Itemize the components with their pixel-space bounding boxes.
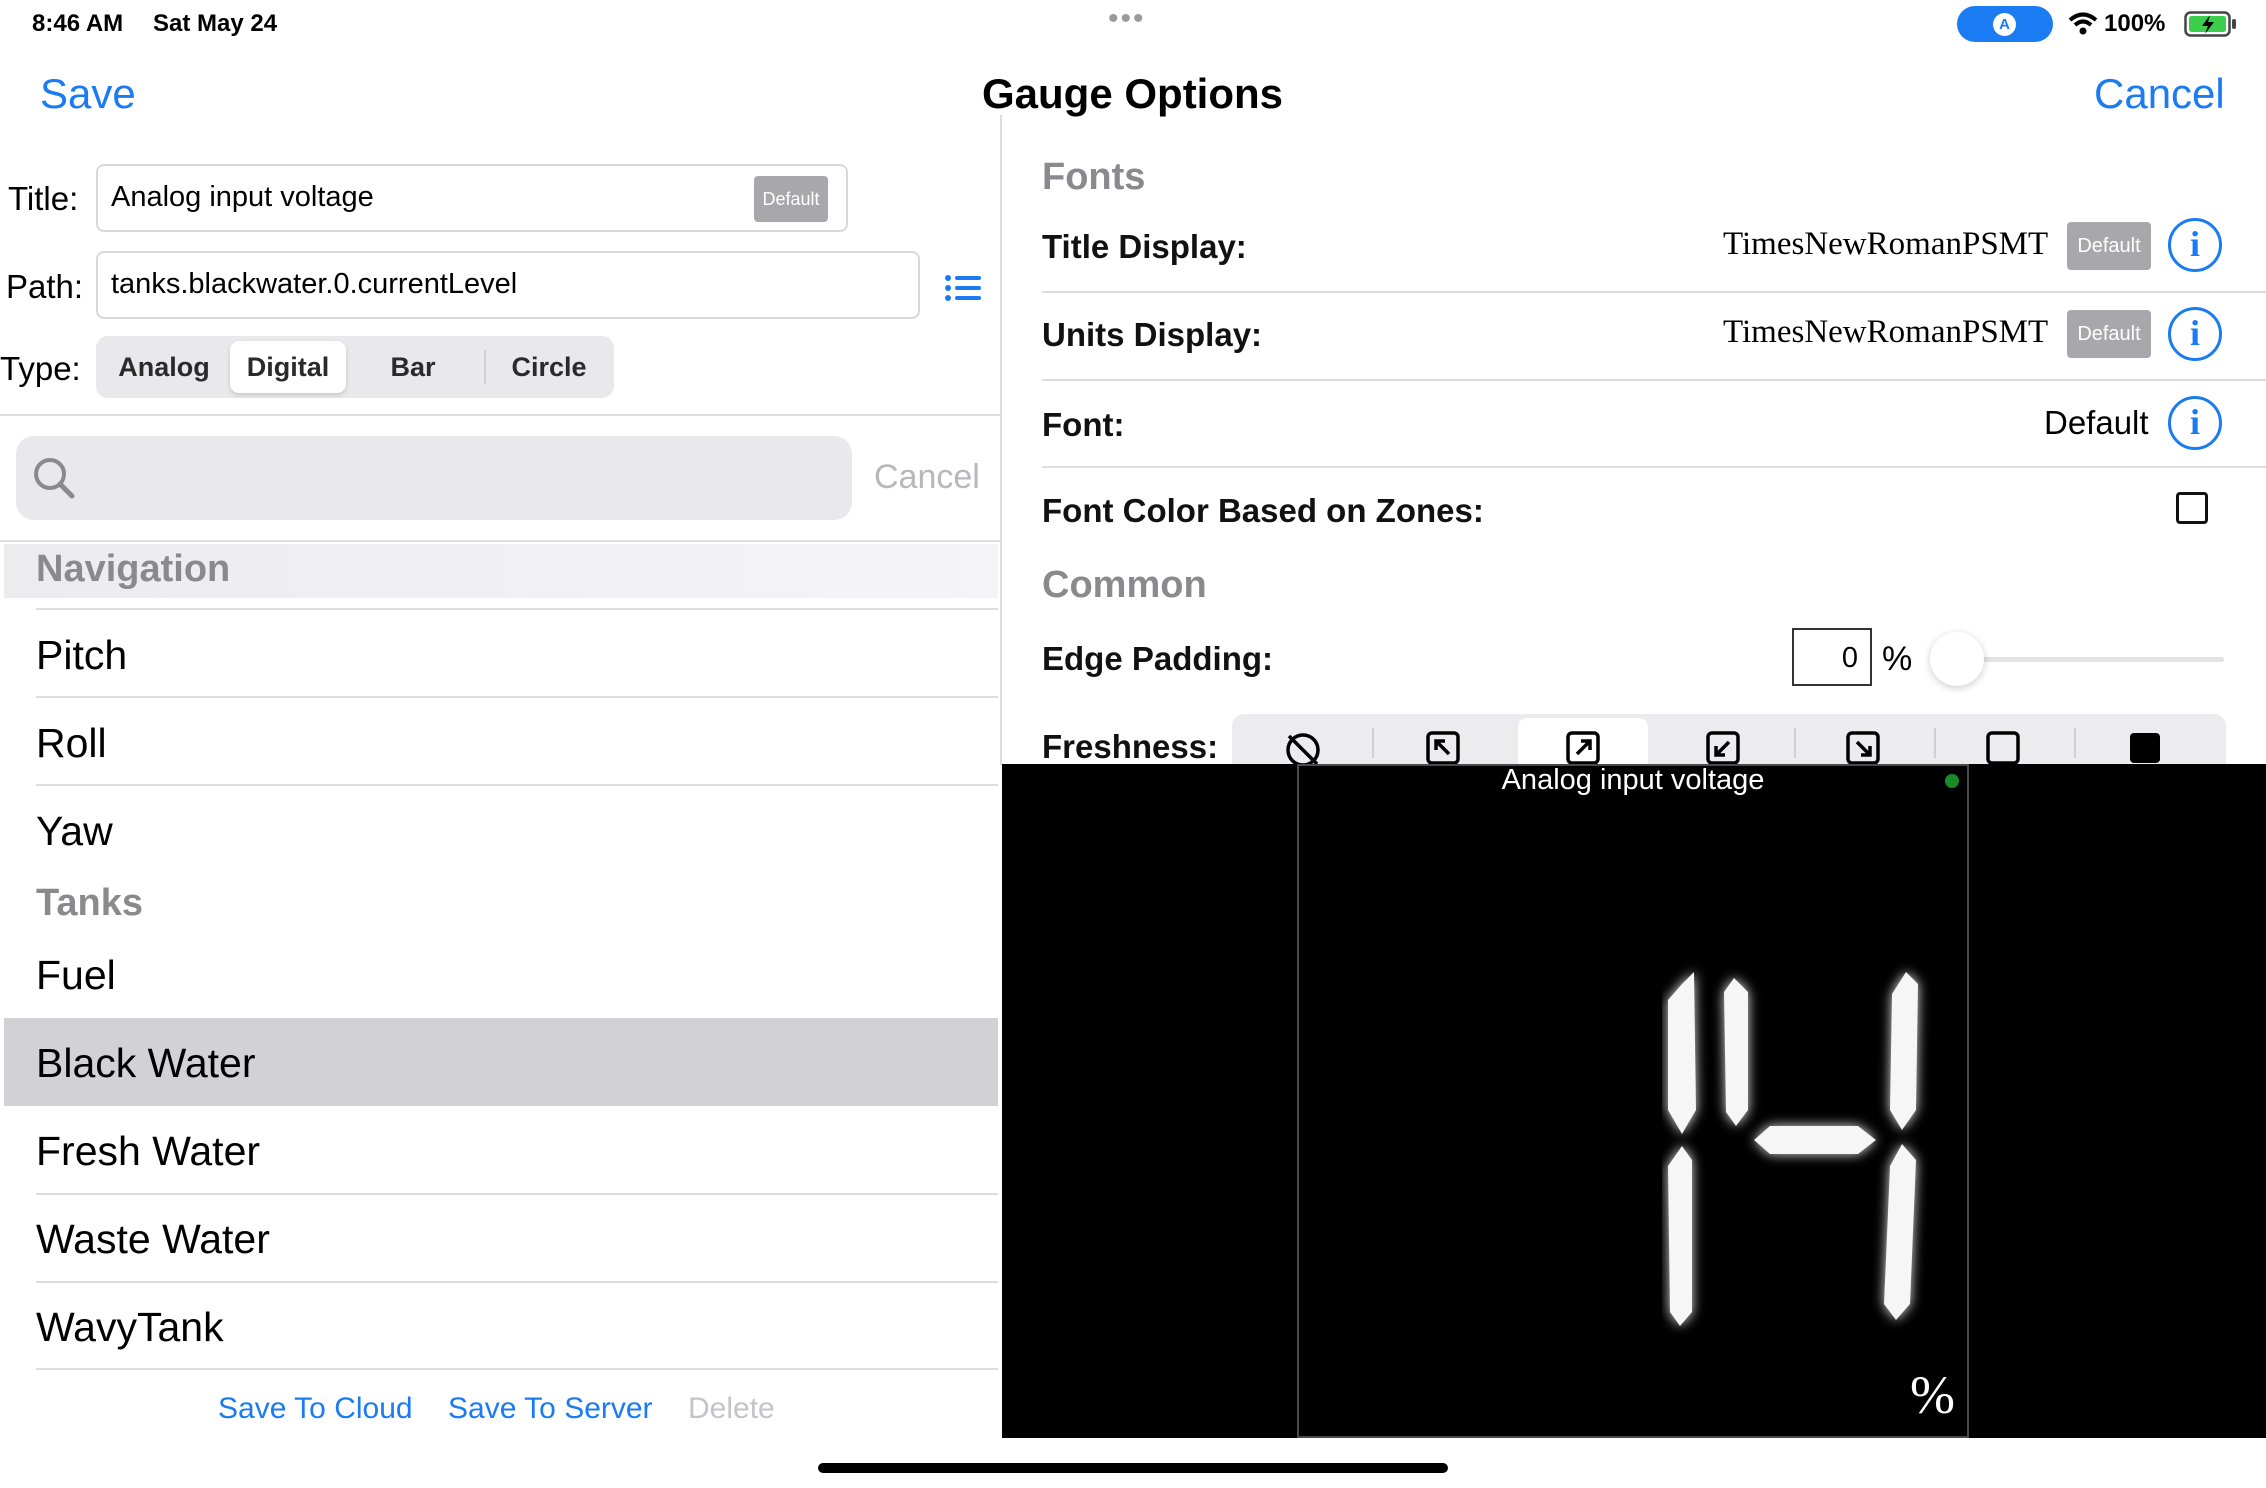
square-filled-icon[interactable] <box>2080 718 2210 764</box>
digit-4-segment-b <box>1890 972 1918 1130</box>
list-item-fuel[interactable]: Fuel <box>36 952 116 999</box>
segment-divider <box>1794 728 1796 758</box>
list-item-black-water[interactable]: Black Water <box>36 1040 255 1087</box>
title-label: Title: <box>8 180 79 217</box>
delete-button[interactable]: Delete <box>688 1392 775 1426</box>
list-icon[interactable] <box>945 274 981 302</box>
row-divider <box>36 1281 998 1283</box>
battery-charging-icon <box>2184 11 2236 37</box>
type-option-analog[interactable]: Analog <box>102 341 226 393</box>
freshness-indicator-dot <box>1945 774 1959 788</box>
title-display-value: TimesNewRomanPSMT <box>1723 226 2049 262</box>
gauge-title: Analog input voltage <box>1501 764 1765 796</box>
path-input-value: tanks.blackwater.0.currentLevel <box>111 268 518 300</box>
font-color-zones-label: Font Color Based on Zones: <box>1042 492 1484 529</box>
cancel-button[interactable]: Cancel <box>2094 70 2225 118</box>
freshness-row: Freshness: <box>1002 700 2266 764</box>
list-item-pitch[interactable]: Pitch <box>36 632 127 679</box>
location-arrow-icon: A <box>1957 6 2053 42</box>
list-item-waste-water[interactable]: Waste Water <box>36 1216 270 1263</box>
edge-padding-input[interactable]: 0 <box>1792 628 1872 686</box>
segment-divider <box>1934 728 1936 758</box>
row-divider <box>36 1368 998 1370</box>
segment-divider <box>2074 728 2076 758</box>
digit-4-segment-f <box>1724 978 1748 1126</box>
units-display-default-button[interactable]: Default <box>2067 310 2151 358</box>
gauge-preview: Analog input voltage % <box>1002 764 2266 1438</box>
search-cancel-button[interactable]: Cancel <box>874 458 980 497</box>
title-display-label: Title Display: <box>1042 228 1247 265</box>
square-outline-icon[interactable] <box>1938 718 2068 764</box>
corner-bottom-right-icon[interactable] <box>1798 718 1928 764</box>
segment-divider <box>484 350 486 384</box>
digit-4-segment-g <box>1754 1126 1876 1154</box>
save-to-cloud-button[interactable]: Save To Cloud <box>218 1392 413 1426</box>
list-item-yaw[interactable]: Yaw <box>36 808 113 855</box>
wifi-icon <box>2068 12 2098 35</box>
section-header-tanks: Tanks <box>36 882 144 924</box>
title-default-button[interactable]: Default <box>754 176 828 222</box>
path-input[interactable]: tanks.blackwater.0.currentLevel <box>96 251 920 319</box>
form-separator <box>0 414 1000 416</box>
corner-bottom-left-icon[interactable] <box>1658 718 1788 764</box>
units-display-info-icon[interactable]: i <box>2168 307 2222 361</box>
list-item-fresh-water[interactable]: Fresh Water <box>36 1128 260 1175</box>
row-divider <box>36 608 998 610</box>
edge-padding-label: Edge Padding: <box>1042 640 1273 677</box>
type-segmented-control[interactable]: Analog Digital Bar Circle <box>96 336 614 398</box>
row-divider <box>36 784 998 786</box>
status-date: Sat May 24 <box>153 10 278 37</box>
corner-top-left-icon[interactable] <box>1378 718 1508 764</box>
status-time: 8:46 AM <box>32 10 124 37</box>
pane-divider <box>1000 115 1002 765</box>
section-header-common: Common <box>1042 564 1207 606</box>
multitasking-dots-icon[interactable]: ••• <box>1108 2 1146 36</box>
type-option-digital[interactable]: Digital <box>230 341 346 393</box>
row-divider <box>1042 379 2266 381</box>
path-label: Path: <box>6 268 84 305</box>
list-item-wavytank[interactable]: WavyTank <box>36 1304 224 1351</box>
edge-padding-unit: % <box>1882 640 1913 678</box>
home-indicator[interactable] <box>818 1463 1448 1473</box>
battery-percent: 100% <box>2104 10 2166 37</box>
units-display-value: TimesNewRomanPSMT <box>1723 314 2049 350</box>
freshness-segmented-control[interactable] <box>1232 714 2226 764</box>
row-divider <box>36 696 998 698</box>
digit-4-segment-c <box>1884 1144 1916 1320</box>
font-info-icon[interactable]: i <box>2168 396 2222 450</box>
page-title: Gauge Options <box>982 70 1284 117</box>
font-value: Default <box>2044 404 2149 441</box>
title-input-value: Analog input voltage <box>111 181 374 213</box>
save-button[interactable]: Save <box>40 70 136 118</box>
title-display-info-icon[interactable]: i <box>2168 218 2222 272</box>
type-option-circle[interactable]: Circle <box>488 341 610 393</box>
section-header-navigation: Navigation <box>36 548 231 590</box>
search-input[interactable] <box>16 436 852 520</box>
segment-divider <box>1372 728 1374 758</box>
freshness-off-icon[interactable] <box>1238 718 1368 764</box>
units-display-label: Units Display: <box>1042 316 1263 353</box>
type-option-bar[interactable]: Bar <box>350 341 476 393</box>
row-divider <box>1042 466 2266 468</box>
title-input[interactable]: Analog input voltage Default <box>96 164 848 232</box>
search-icon <box>34 458 75 499</box>
list-item-roll[interactable]: Roll <box>36 720 107 767</box>
font-label: Font: <box>1042 406 1125 443</box>
edge-padding-slider-thumb[interactable] <box>1930 632 1984 686</box>
gauge-units: % <box>1910 1365 1955 1425</box>
type-label: Type: <box>0 350 81 387</box>
save-to-server-button[interactable]: Save To Server <box>448 1392 653 1426</box>
font-color-zones-checkbox[interactable] <box>2176 492 2208 524</box>
row-divider <box>36 1193 998 1195</box>
search-separator <box>0 540 1000 542</box>
row-divider <box>1042 291 2266 293</box>
section-header-fonts: Fonts <box>1042 156 1146 198</box>
gauge-value-digits <box>1668 972 1918 1326</box>
edge-padding-slider-track[interactable] <box>1956 657 2224 662</box>
freshness-label: Freshness: <box>1042 728 1219 764</box>
digit-1-segment-b <box>1668 972 1696 1134</box>
digit-1-segment-c <box>1668 1146 1692 1326</box>
corner-top-right-icon[interactable] <box>1518 718 1648 764</box>
title-display-default-button[interactable]: Default <box>2067 222 2151 270</box>
